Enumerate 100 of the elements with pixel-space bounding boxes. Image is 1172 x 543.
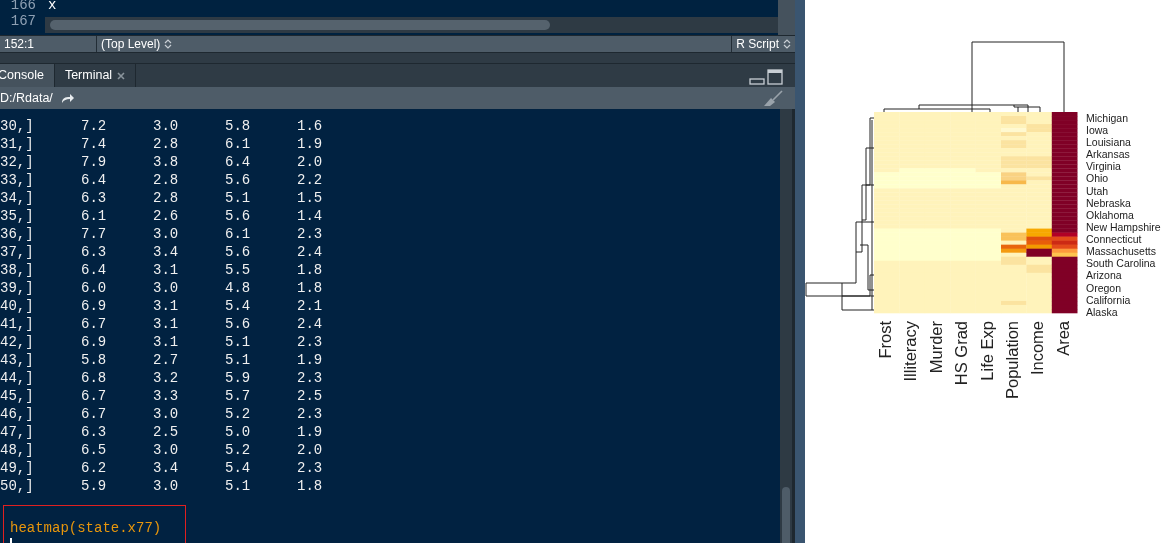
output-value: 5.1 bbox=[225, 333, 252, 351]
output-value: 6.4 bbox=[225, 153, 252, 171]
row-index: 40,] bbox=[0, 297, 35, 315]
row-index: 32,] bbox=[0, 153, 35, 171]
output-value: 5.8 bbox=[225, 117, 252, 135]
output-value: 5.7 bbox=[225, 387, 252, 405]
output-value: 2.4 bbox=[297, 315, 324, 333]
column-label: Murder bbox=[926, 321, 945, 374]
output-value: 3.0 bbox=[153, 405, 180, 423]
output-value: 4.8 bbox=[225, 279, 252, 297]
updown-icon[interactable] bbox=[164, 39, 173, 49]
output-value: 2.7 bbox=[153, 351, 180, 369]
output-value: 5.2 bbox=[225, 405, 252, 423]
row-index: 45,] bbox=[0, 387, 35, 405]
output-value: 5.6 bbox=[225, 315, 252, 333]
output-value: 6.3 bbox=[81, 189, 108, 207]
output-value: 2.3 bbox=[297, 225, 324, 243]
command-text: heatmap(state.x77) bbox=[10, 520, 162, 536]
broom-icon[interactable] bbox=[763, 90, 783, 106]
row-label: Nebraska bbox=[1086, 196, 1131, 209]
output-value: 6.4 bbox=[81, 171, 108, 189]
output-value: 1.4 bbox=[297, 207, 324, 225]
output-value: 2.5 bbox=[297, 387, 324, 405]
output-value: 1.9 bbox=[297, 423, 324, 441]
output-value: 6.1 bbox=[225, 225, 252, 243]
output-value: 6.9 bbox=[81, 297, 108, 315]
output-value: 3.0 bbox=[153, 225, 180, 243]
output-value: 5.1 bbox=[225, 351, 252, 369]
output-value: 6.3 bbox=[81, 243, 108, 261]
output-value: 5.6 bbox=[225, 207, 252, 225]
row-label: Ohio bbox=[1086, 172, 1109, 185]
output-value: 3.8 bbox=[153, 153, 180, 171]
output-value: 2.4 bbox=[297, 243, 324, 261]
output-value: 6.7 bbox=[81, 405, 108, 423]
column-label: HS Grad bbox=[952, 321, 971, 386]
row-label: South Carolina bbox=[1086, 257, 1156, 270]
row-label: Utah bbox=[1086, 184, 1109, 197]
output-value: 1.8 bbox=[297, 279, 324, 297]
output-value: 2.2 bbox=[297, 171, 324, 189]
output-value: 5.4 bbox=[225, 459, 252, 477]
output-value: 2.8 bbox=[153, 135, 180, 153]
row-index: 37,] bbox=[0, 243, 35, 261]
row-label: Alaska bbox=[1086, 305, 1118, 318]
row-index: 39,] bbox=[0, 279, 35, 297]
row-index: 44,] bbox=[0, 369, 35, 387]
arrow-icon[interactable] bbox=[60, 92, 75, 104]
row-index: 48,] bbox=[0, 441, 35, 459]
line-number: 167 bbox=[9, 13, 36, 29]
row-index: 42,] bbox=[0, 333, 35, 351]
code-line: x bbox=[48, 0, 57, 13]
horizontal-scrollbar[interactable] bbox=[45, 17, 778, 33]
output-value: 3.1 bbox=[153, 297, 180, 315]
column-label: Frost bbox=[876, 321, 895, 359]
output-value: 6.0 bbox=[81, 279, 108, 297]
output-value: 5.0 bbox=[225, 423, 252, 441]
output-value: 6.4 bbox=[81, 261, 108, 279]
row-index: 49,] bbox=[0, 459, 35, 477]
row-label: Michigan bbox=[1086, 111, 1129, 124]
scrollbar-thumb[interactable] bbox=[782, 487, 790, 543]
scope-selector[interactable]: (Top Level) bbox=[101, 35, 161, 53]
row-index: 34,] bbox=[0, 189, 35, 207]
output-value: 2.5 bbox=[153, 423, 180, 441]
output-value: 5.1 bbox=[225, 477, 252, 495]
vertical-scrollbar[interactable] bbox=[778, 0, 795, 35]
row-index: 43,] bbox=[0, 351, 35, 369]
output-value: 5.9 bbox=[225, 369, 252, 387]
row-index: 35,] bbox=[0, 207, 35, 225]
row-label: New Hampshire bbox=[1086, 220, 1161, 233]
output-value: 3.4 bbox=[153, 459, 180, 477]
cursor-position: 152:1 bbox=[3, 36, 36, 53]
output-value: 2.1 bbox=[297, 297, 324, 315]
output-value: 1.9 bbox=[297, 351, 324, 369]
output-value: 2.3 bbox=[297, 369, 324, 387]
output-value: 3.1 bbox=[153, 333, 180, 351]
output-value: 6.7 bbox=[81, 387, 108, 405]
scrollbar-thumb[interactable] bbox=[50, 20, 550, 30]
column-label: Income bbox=[1028, 321, 1047, 376]
vertical-scrollbar[interactable] bbox=[780, 109, 795, 543]
output-value: 6.5 bbox=[81, 441, 108, 459]
output-value: 6.9 bbox=[81, 333, 108, 351]
output-value: 6.2 bbox=[81, 459, 108, 477]
row-label: Massachusetts bbox=[1086, 245, 1157, 258]
output-value: 2.3 bbox=[297, 405, 324, 423]
output-value: 2.0 bbox=[297, 441, 324, 459]
close-icon[interactable] bbox=[117, 71, 126, 80]
updown-icon[interactable] bbox=[783, 39, 791, 49]
output-value: 2.6 bbox=[153, 207, 180, 225]
output-value: 5.6 bbox=[225, 171, 252, 189]
output-value: 5.8 bbox=[81, 351, 108, 369]
output-value: 3.0 bbox=[153, 441, 180, 459]
row-label: Louisiana bbox=[1086, 136, 1131, 149]
row-label: Arizona bbox=[1086, 269, 1122, 282]
command-input[interactable]: heatmap(state.x77) bbox=[3, 505, 186, 543]
file-type-selector[interactable]: R Script bbox=[736, 35, 779, 53]
minimize-maximize-icon[interactable] bbox=[749, 69, 783, 85]
output-value: 3.0 bbox=[153, 279, 180, 297]
output-value: 7.2 bbox=[81, 117, 108, 135]
row-index: 33,] bbox=[0, 171, 35, 189]
column-label: Life Exp bbox=[977, 321, 996, 381]
row-label: California bbox=[1086, 293, 1131, 306]
